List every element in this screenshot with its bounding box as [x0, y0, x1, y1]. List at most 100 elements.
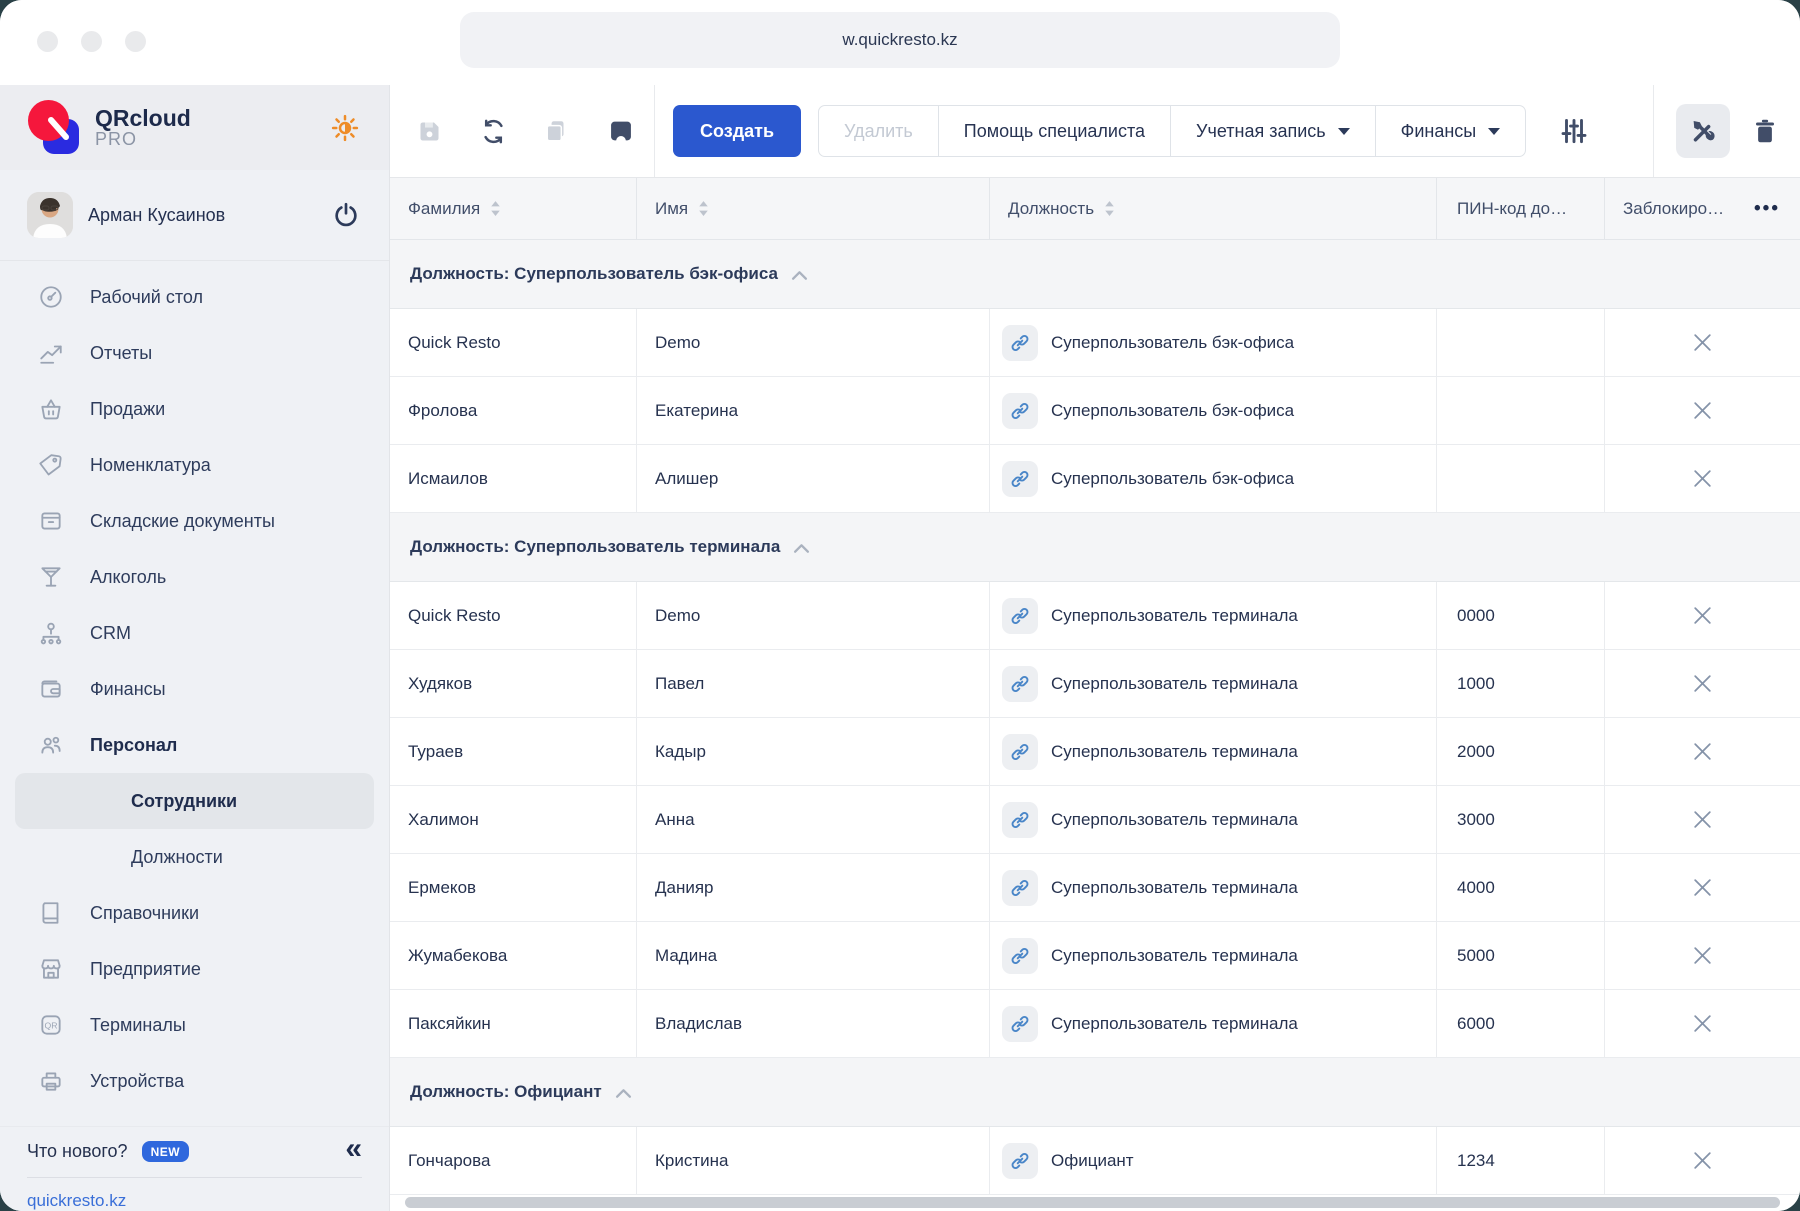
sort-icon[interactable]	[490, 200, 501, 217]
sidebar-item-reports[interactable]: Отчеты	[0, 325, 389, 381]
create-button[interactable]: Создать	[673, 105, 801, 157]
link-icon[interactable]	[1002, 1006, 1038, 1042]
table-row[interactable]: ФроловаЕкатеринаСуперпользователь бэк-оф…	[390, 377, 1800, 445]
blocked-x-icon[interactable]	[1691, 672, 1714, 695]
cell-blocked	[1605, 445, 1800, 512]
tools-button[interactable]	[1676, 104, 1730, 158]
sidebar-item-handbooks[interactable]: Справочники	[0, 885, 389, 941]
column-header-lastname[interactable]: Фамилия	[390, 178, 637, 239]
sidebar-item-terminals[interactable]: QRТерминалы	[0, 997, 389, 1053]
sidebar-item-staff[interactable]: Персонал	[0, 717, 389, 773]
sidebar-item-sales[interactable]: Продажи	[0, 381, 389, 437]
save-icon[interactable]	[416, 118, 443, 145]
link-icon[interactable]	[1002, 325, 1038, 361]
address-bar[interactable]: w.quickresto.kz	[460, 12, 1340, 68]
collapse-chevron-icon[interactable]	[615, 1087, 632, 1099]
column-header-blocked[interactable]: Заблокиро… •••	[1605, 178, 1800, 239]
power-icon[interactable]	[330, 199, 362, 231]
sidebar-item-enterprise[interactable]: Предприятие	[0, 941, 389, 997]
cell-firstname: Екатерина	[637, 377, 990, 444]
sidebar-item-warehouse-docs[interactable]: Складские документы	[0, 493, 389, 549]
url-text: w.quickresto.kz	[842, 30, 957, 50]
column-header-position[interactable]: Должность	[990, 178, 1437, 239]
table-row[interactable]: ГончароваКристинаОфициант1234	[390, 1127, 1800, 1195]
window-controls[interactable]	[37, 31, 146, 52]
link-icon[interactable]	[1002, 870, 1038, 906]
specialist-help-button[interactable]: Помощь специалиста	[938, 105, 1171, 157]
table-row[interactable]: ИсмаиловАлишерСуперпользователь бэк-офис…	[390, 445, 1800, 513]
sidebar-item-dashboard[interactable]: Рабочий стол	[0, 269, 389, 325]
sort-icon[interactable]	[698, 200, 709, 217]
user-row[interactable]: Арман Кусаинов	[0, 170, 389, 261]
blocked-x-icon[interactable]	[1691, 876, 1714, 899]
cell-blocked	[1605, 922, 1800, 989]
table-row[interactable]: Quick RestoDemoСуперпользователь бэк-офи…	[390, 309, 1800, 377]
collapse-chevron-icon[interactable]	[793, 542, 810, 554]
sidebar-item-devices[interactable]: Устройства	[0, 1053, 389, 1109]
domain-link[interactable]: quickresto.kz	[27, 1191, 126, 1211]
account-dropdown[interactable]: Учетная запись	[1170, 105, 1376, 157]
link-icon[interactable]	[1002, 666, 1038, 702]
scrollbar-thumb[interactable]	[405, 1197, 1780, 1208]
table-row[interactable]: ЕрмековДаниярСуперпользователь терминала…	[390, 854, 1800, 922]
cell-pin: 5000	[1437, 922, 1605, 989]
cell-blocked	[1605, 309, 1800, 376]
position-label: Суперпользователь терминала	[1051, 1014, 1298, 1034]
table-row[interactable]: ПаксяйкинВладиславСуперпользователь терм…	[390, 990, 1800, 1058]
table-row[interactable]: ХудяковПавелСуперпользователь терминала1…	[390, 650, 1800, 718]
sidebar-item-employees[interactable]: Сотрудники	[15, 773, 374, 829]
sidebar-item-alcohol[interactable]: Алкоголь	[0, 549, 389, 605]
blocked-x-icon[interactable]	[1691, 467, 1714, 490]
cell-position: Суперпользователь терминала	[990, 990, 1437, 1057]
window-dot[interactable]	[125, 31, 146, 52]
collapse-chevron-icon[interactable]	[791, 269, 808, 281]
column-settings-icon[interactable]	[1559, 116, 1589, 146]
whats-new-link[interactable]: Что нового?	[27, 1141, 128, 1162]
sidebar-item-label: Отчеты	[90, 343, 152, 364]
blocked-x-icon[interactable]	[1691, 808, 1714, 831]
sort-icon[interactable]	[1104, 200, 1115, 217]
brightness-icon[interactable]	[328, 111, 362, 145]
link-icon[interactable]	[1002, 1143, 1038, 1179]
terminal-display-icon[interactable]	[607, 117, 635, 145]
group-header[interactable]: Должность: Официант	[390, 1058, 1800, 1127]
link-icon[interactable]	[1002, 734, 1038, 770]
blocked-x-icon[interactable]	[1691, 604, 1714, 627]
table-row[interactable]: ТураевКадырСуперпользователь терминала20…	[390, 718, 1800, 786]
link-icon[interactable]	[1002, 393, 1038, 429]
table-row[interactable]: ХалимонАннаСуперпользователь терминала30…	[390, 786, 1800, 854]
table-row[interactable]: Quick RestoDemoСуперпользователь термина…	[390, 582, 1800, 650]
blocked-x-icon[interactable]	[1691, 1012, 1714, 1035]
group-header[interactable]: Должность: Суперпользователь терминала	[390, 513, 1800, 582]
window-dot[interactable]	[37, 31, 58, 52]
window-dot[interactable]	[81, 31, 102, 52]
blocked-x-icon[interactable]	[1691, 331, 1714, 354]
blocked-x-icon[interactable]	[1691, 399, 1714, 422]
sidebar-item-nomenclature[interactable]: Номенклатура	[0, 437, 389, 493]
sidebar-item-finance[interactable]: Финансы	[0, 661, 389, 717]
link-icon[interactable]	[1002, 938, 1038, 974]
column-header-firstname[interactable]: Имя	[637, 178, 990, 239]
staff-icon	[38, 732, 64, 758]
copy-icon[interactable]	[544, 118, 570, 144]
horizontal-scrollbar[interactable]	[390, 1195, 1800, 1211]
link-icon[interactable]	[1002, 461, 1038, 497]
sidebar-item-crm[interactable]: CRM	[0, 605, 389, 661]
more-columns-button[interactable]: •••	[1754, 198, 1780, 220]
link-icon[interactable]	[1002, 802, 1038, 838]
sidebar-item-positions[interactable]: Должности	[0, 829, 389, 885]
blocked-x-icon[interactable]	[1691, 740, 1714, 763]
delete-button[interactable]: Удалить	[818, 105, 939, 157]
table-row[interactable]: ЖумабековаМадинаСуперпользователь термин…	[390, 922, 1800, 990]
refresh-icon[interactable]	[480, 118, 507, 145]
collapse-sidebar-icon[interactable]: «	[345, 1139, 362, 1159]
trash-icon[interactable]	[1750, 116, 1780, 146]
blocked-x-icon[interactable]	[1691, 944, 1714, 967]
blocked-x-icon[interactable]	[1691, 1149, 1714, 1172]
finance-dropdown[interactable]: Финансы	[1375, 105, 1527, 157]
column-header-pin[interactable]: ПИН-код до…	[1437, 178, 1605, 239]
sidebar: QRcloud PRO	[0, 85, 390, 1211]
group-label: Должность: Суперпользователь терминала	[410, 537, 780, 557]
link-icon[interactable]	[1002, 598, 1038, 634]
group-header[interactable]: Должность: Суперпользователь бэк-офиса	[390, 240, 1800, 309]
